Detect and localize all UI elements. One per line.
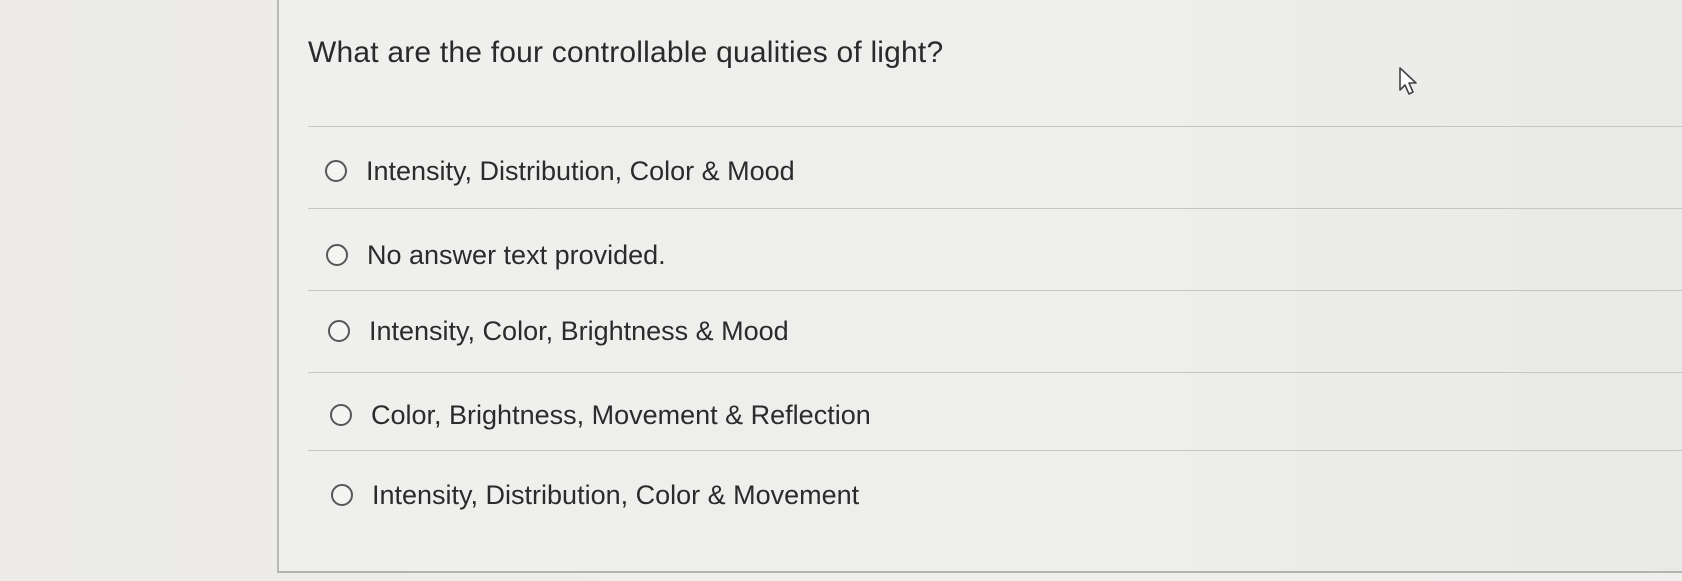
page: What are the four controllable qualities…	[0, 0, 1682, 581]
answer-option-label: Intensity, Color, Brightness & Mood	[369, 316, 789, 346]
divider	[308, 208, 1682, 209]
radio-button[interactable]	[325, 160, 347, 182]
answer-option-1[interactable]: Intensity, Distribution, Color & Mood	[325, 153, 795, 189]
divider	[308, 290, 1682, 291]
answer-option-label: Color, Brightness, Movement & Reflection	[371, 400, 871, 430]
radio-button[interactable]	[328, 320, 350, 342]
mouse-pointer-icon	[1399, 67, 1417, 95]
answer-option-4[interactable]: Color, Brightness, Movement & Reflection	[330, 397, 871, 433]
answer-option-label: Intensity, Distribution, Color & Movemen…	[372, 480, 860, 510]
divider	[308, 126, 1682, 127]
answer-option-label: Intensity, Distribution, Color & Mood	[366, 156, 795, 186]
divider	[308, 450, 1682, 451]
answer-option-label: No answer text provided.	[367, 240, 666, 270]
answer-option-5[interactable]: Intensity, Distribution, Color & Movemen…	[331, 477, 859, 513]
divider	[308, 372, 1682, 373]
answer-option-3[interactable]: Intensity, Color, Brightness & Mood	[328, 313, 789, 349]
radio-button[interactable]	[330, 404, 352, 426]
radio-button[interactable]	[331, 484, 353, 506]
question-text: What are the four controllable qualities…	[308, 36, 944, 69]
answer-option-2[interactable]: No answer text provided.	[326, 237, 666, 273]
radio-button[interactable]	[326, 244, 348, 266]
